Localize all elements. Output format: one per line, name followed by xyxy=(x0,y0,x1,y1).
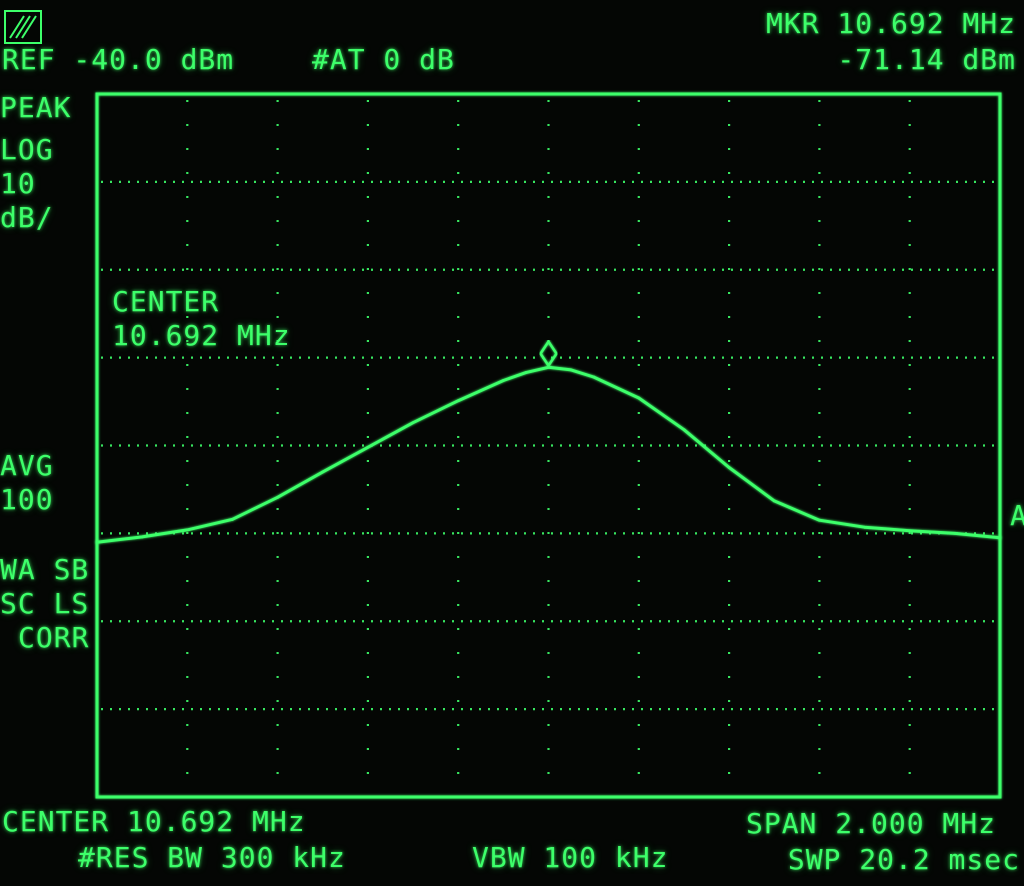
trace-point xyxy=(908,529,912,533)
corr-flag: CORR xyxy=(18,621,90,654)
trace-point xyxy=(231,517,234,521)
trace-point xyxy=(411,421,415,425)
spectrum-trace xyxy=(96,365,1001,544)
footer-res-bw: #RES BW 300 kHz xyxy=(78,841,346,874)
spectrum-display xyxy=(95,92,1002,799)
scale-value: 10 xyxy=(0,167,36,200)
sc-ls-flag: SC LS xyxy=(0,587,90,620)
trace-point xyxy=(953,531,957,535)
marker-level: -71.14 dBm xyxy=(837,43,1016,76)
right-edge-glyph: A xyxy=(1010,499,1024,532)
scale-mode: LOG xyxy=(0,133,54,166)
footer-center-frequency: CENTER 10.692 MHz xyxy=(2,805,306,838)
marker-frequency: MKR 10.692 MHz xyxy=(765,7,1016,40)
avg-value: 100 xyxy=(0,483,54,516)
detector-mode: PEAK xyxy=(0,91,72,124)
graticule-grid xyxy=(101,100,996,791)
trace-point xyxy=(185,528,189,532)
graticule-frame xyxy=(95,92,1002,799)
marker-diamond-icon xyxy=(538,339,559,368)
footer-span: SPAN 2.000 MHz xyxy=(745,807,996,840)
center-annotation-value: 10.692 MHz xyxy=(112,319,291,352)
trace-point xyxy=(569,368,573,372)
trace-point xyxy=(276,495,279,499)
ref-level: REF -40.0 dBm xyxy=(2,43,235,76)
footer-vbw: VBW 100 kHz xyxy=(472,841,669,874)
trace-point xyxy=(456,399,460,403)
trace-point xyxy=(772,499,776,503)
manufacturer-logo-icon xyxy=(4,10,42,44)
trace-point xyxy=(682,428,686,432)
trace-group xyxy=(95,365,1002,544)
trace-point xyxy=(321,470,325,474)
trace-point xyxy=(524,371,528,374)
avg-label: AVG xyxy=(0,449,54,482)
trace-point xyxy=(818,518,821,522)
footer-sweep: SWP 20.2 msec xyxy=(787,843,1020,876)
trace-point xyxy=(592,375,596,379)
marker-group xyxy=(538,339,559,368)
trace-point xyxy=(95,540,99,544)
trace-point xyxy=(366,445,370,449)
trace-point xyxy=(637,396,641,400)
center-annotation-label: CENTER xyxy=(112,285,220,318)
trace-point xyxy=(998,536,1002,540)
attenuation: #AT 0 dB xyxy=(312,43,455,76)
trace-point xyxy=(863,525,866,529)
trace-point xyxy=(727,466,731,469)
scale-unit: dB/ xyxy=(0,201,54,234)
wa-sb-flag: WA SB xyxy=(0,553,90,586)
trace-point xyxy=(140,535,144,539)
trace-point xyxy=(501,379,505,382)
